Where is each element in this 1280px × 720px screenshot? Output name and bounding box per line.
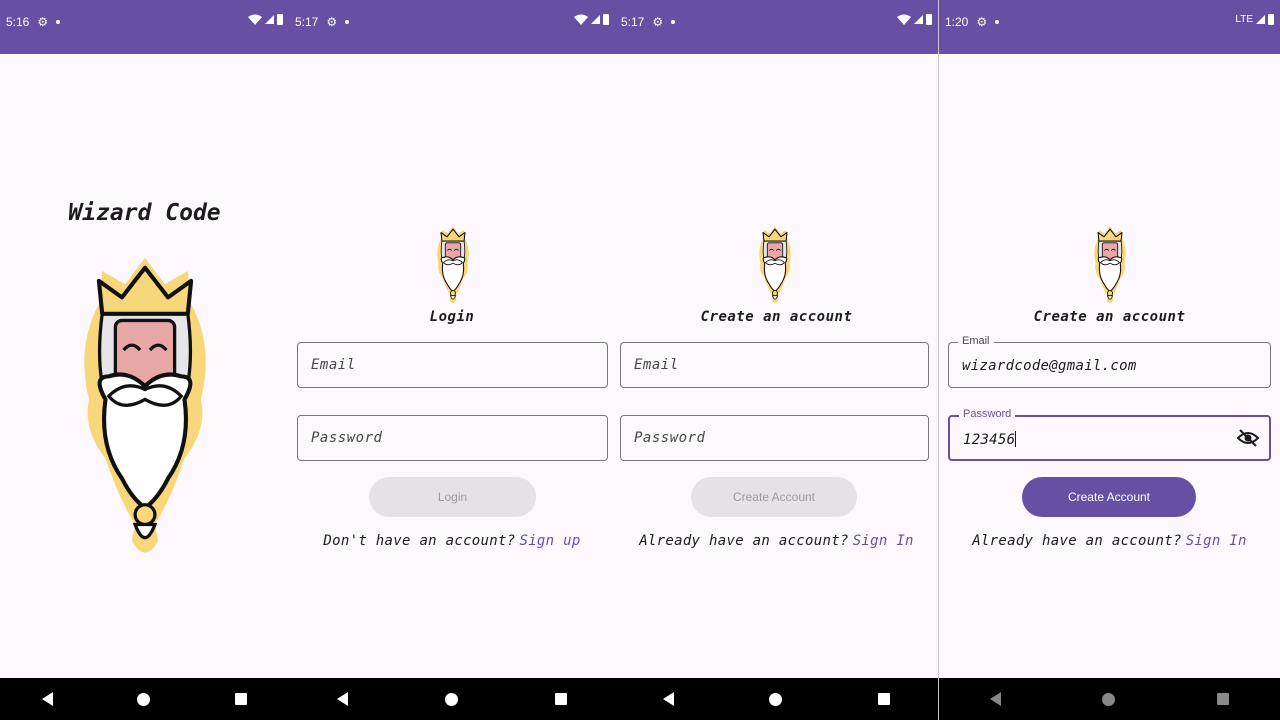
splash-screen: 5:16 ⚙ Wizard Code <box>0 0 289 720</box>
email-placeholder: Email <box>634 357 679 373</box>
battery-icon <box>603 14 609 25</box>
text-caret <box>1015 431 1017 447</box>
wizard-logo <box>436 226 470 304</box>
footer-text: Already have an account? <box>639 533 849 549</box>
notification-dot-icon <box>56 20 61 24</box>
gear-icon: ⚙ <box>37 15 49 29</box>
status-time: 5:16 <box>6 15 30 29</box>
wizard-logo <box>1093 226 1127 304</box>
status-time: 5:17 <box>295 15 319 29</box>
system-nav-bar <box>0 678 289 720</box>
notification-dot-icon <box>671 20 676 24</box>
notification-dot-icon <box>995 20 1000 24</box>
password-label: Password <box>959 408 1016 420</box>
email-field[interactable]: Email <box>620 342 929 388</box>
signal-icon <box>914 15 923 24</box>
signin-prompt: Already have an account? Sign In <box>615 533 938 549</box>
status-bar: 1:20 ⚙ LTE <box>939 0 1280 54</box>
back-icon[interactable] <box>337 692 349 706</box>
battery-icon <box>926 14 932 25</box>
notification-dot-icon <box>345 20 350 24</box>
wifi-icon <box>248 14 262 25</box>
sign-in-link[interactable]: Sign In <box>1186 533 1247 549</box>
wifi-icon <box>574 14 588 25</box>
email-label: Email <box>958 335 994 347</box>
signin-prompt: Already have an account? Sign In <box>939 533 1280 549</box>
status-time: 1:20 <box>945 15 969 29</box>
login-button[interactable]: Login <box>369 477 536 517</box>
status-time: 5:17 <box>621 15 645 29</box>
password-field[interactable]: Password <box>297 415 608 461</box>
email-field[interactable]: Email <box>297 342 608 388</box>
password-placeholder: Password <box>634 430 706 446</box>
password-placeholder: Password <box>311 430 383 446</box>
gear-icon: ⚙ <box>326 15 338 29</box>
home-icon[interactable] <box>137 692 151 706</box>
app-title: Wizard Code <box>68 200 221 226</box>
password-field[interactable]: Password 123456 <box>948 408 1271 461</box>
battery-icon <box>1268 14 1274 25</box>
system-nav-bar <box>939 678 1280 720</box>
recents-icon[interactable] <box>554 693 567 705</box>
system-nav-bar <box>289 678 615 720</box>
status-bar: 5:17 ⚙ <box>289 0 615 54</box>
signal-icon <box>265 15 274 24</box>
login-screen: 5:17 ⚙ Login Email Password Login Don't … <box>289 0 615 720</box>
footer-text: Already have an account? <box>972 533 1182 549</box>
back-icon[interactable] <box>662 692 674 706</box>
wifi-icon <box>897 14 911 25</box>
sign-up-link[interactable]: Sign up <box>519 533 580 549</box>
create-account-button[interactable]: Create Account <box>1022 477 1196 517</box>
signup-prompt: Don't have an account? Sign up <box>289 533 615 549</box>
password-field[interactable]: Password <box>620 415 929 461</box>
recents-icon[interactable] <box>878 693 891 705</box>
create-account-button[interactable]: Create Account <box>691 477 857 517</box>
back-icon[interactable] <box>42 692 54 706</box>
battery-icon <box>277 14 283 25</box>
recents-icon[interactable] <box>1217 693 1230 705</box>
gear-icon: ⚙ <box>976 15 988 29</box>
status-bar: 5:17 ⚙ <box>615 0 938 54</box>
gear-icon: ⚙ <box>652 15 664 29</box>
recents-icon[interactable] <box>234 693 247 705</box>
back-icon[interactable] <box>989 692 1001 706</box>
wizard-logo <box>56 248 234 564</box>
create-account-screen-filled: 1:20 ⚙ LTE Create an account Email wizar… <box>939 0 1280 720</box>
password-value-wrap: 123456 <box>963 431 1017 448</box>
email-placeholder: Email <box>311 357 356 373</box>
sign-in-link[interactable]: Sign In <box>853 533 914 549</box>
wizard-logo <box>758 226 792 304</box>
page-title: Login <box>429 309 475 325</box>
status-bar: 5:16 ⚙ <box>0 0 289 54</box>
network-type: LTE <box>1235 14 1253 25</box>
email-value: wizardcode@gmail.com <box>962 358 1137 374</box>
home-icon[interactable] <box>769 692 783 706</box>
password-value: 123456 <box>963 432 1016 448</box>
visibility-off-icon[interactable] <box>1237 429 1259 447</box>
signal-icon <box>591 15 600 24</box>
home-icon[interactable] <box>1102 692 1116 706</box>
screens-strip: 5:16 ⚙ Wizard Code 5:17 ⚙ Login Email Pa… <box>0 0 1280 720</box>
page-title: Create an account <box>700 309 853 325</box>
signal-icon <box>1256 15 1265 24</box>
home-icon[interactable] <box>444 692 458 706</box>
email-field[interactable]: Email wizardcode@gmail.com <box>948 335 1271 388</box>
system-nav-bar <box>615 678 938 720</box>
create-account-screen-empty: 5:17 ⚙ Create an account Email Password … <box>615 0 938 720</box>
page-title: Create an account <box>1033 309 1186 325</box>
footer-text: Don't have an account? <box>323 533 516 549</box>
